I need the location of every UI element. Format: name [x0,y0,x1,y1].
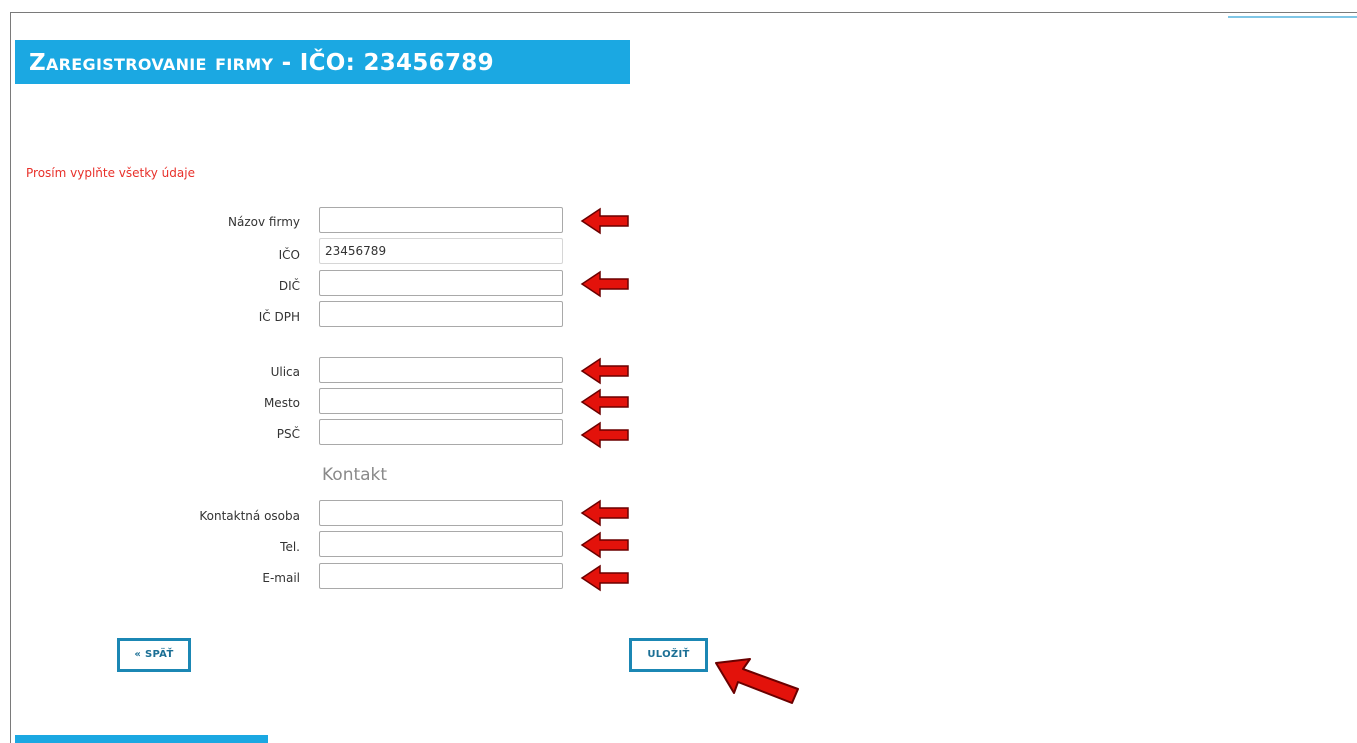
red-arrow-up-left-icon [715,658,799,704]
phone-input[interactable] [319,531,563,557]
email-label: E-mail [262,571,300,585]
back-button[interactable]: « SPÄŤ [117,638,191,672]
contact-section-heading: Kontakt [322,465,388,485]
ic-dph-label: IČ DPH [258,310,300,324]
ico-input[interactable] [319,238,563,264]
city-input[interactable] [319,388,563,414]
title-banner: Zaregistrovanie firmy - IČO: 23456789 [15,40,630,84]
red-arrow-left-icon [580,357,629,385]
red-arrow-left-icon [580,270,629,298]
red-arrow-left-icon [580,531,629,559]
red-arrow-left-icon [580,564,629,592]
red-arrow-left-icon [580,499,629,527]
email-input[interactable] [319,563,563,589]
contact-person-label: Kontaktná osoba [199,509,300,523]
save-button[interactable]: ULOŽIŤ [629,638,708,672]
street-input[interactable] [319,357,563,383]
page-title: Zaregistrovanie firmy - IČO: 23456789 [29,50,494,76]
phone-label: Tel. [280,540,300,554]
street-label: Ulica [270,365,300,379]
ico-label: IČO [278,248,300,262]
bottom-accent-bar [15,735,268,743]
psc-input[interactable] [319,419,563,445]
red-arrow-left-icon [580,421,629,449]
dic-input[interactable] [319,270,563,296]
frame-top-border [10,12,1357,13]
required-notice: Prosím vyplňte všetky údaje [26,166,195,180]
red-arrow-left-icon [580,207,629,235]
top-right-divider [1228,16,1357,18]
ic-dph-input[interactable] [319,301,563,327]
contact-person-input[interactable] [319,500,563,526]
company-name-input[interactable] [319,207,563,233]
city-label: Mesto [263,396,300,410]
dic-label: DIČ [278,279,300,293]
red-arrow-left-icon [580,388,629,416]
psc-label: PSČ [276,427,300,441]
frame-left-border [10,12,11,743]
company-name-label: Názov firmy [228,215,300,229]
